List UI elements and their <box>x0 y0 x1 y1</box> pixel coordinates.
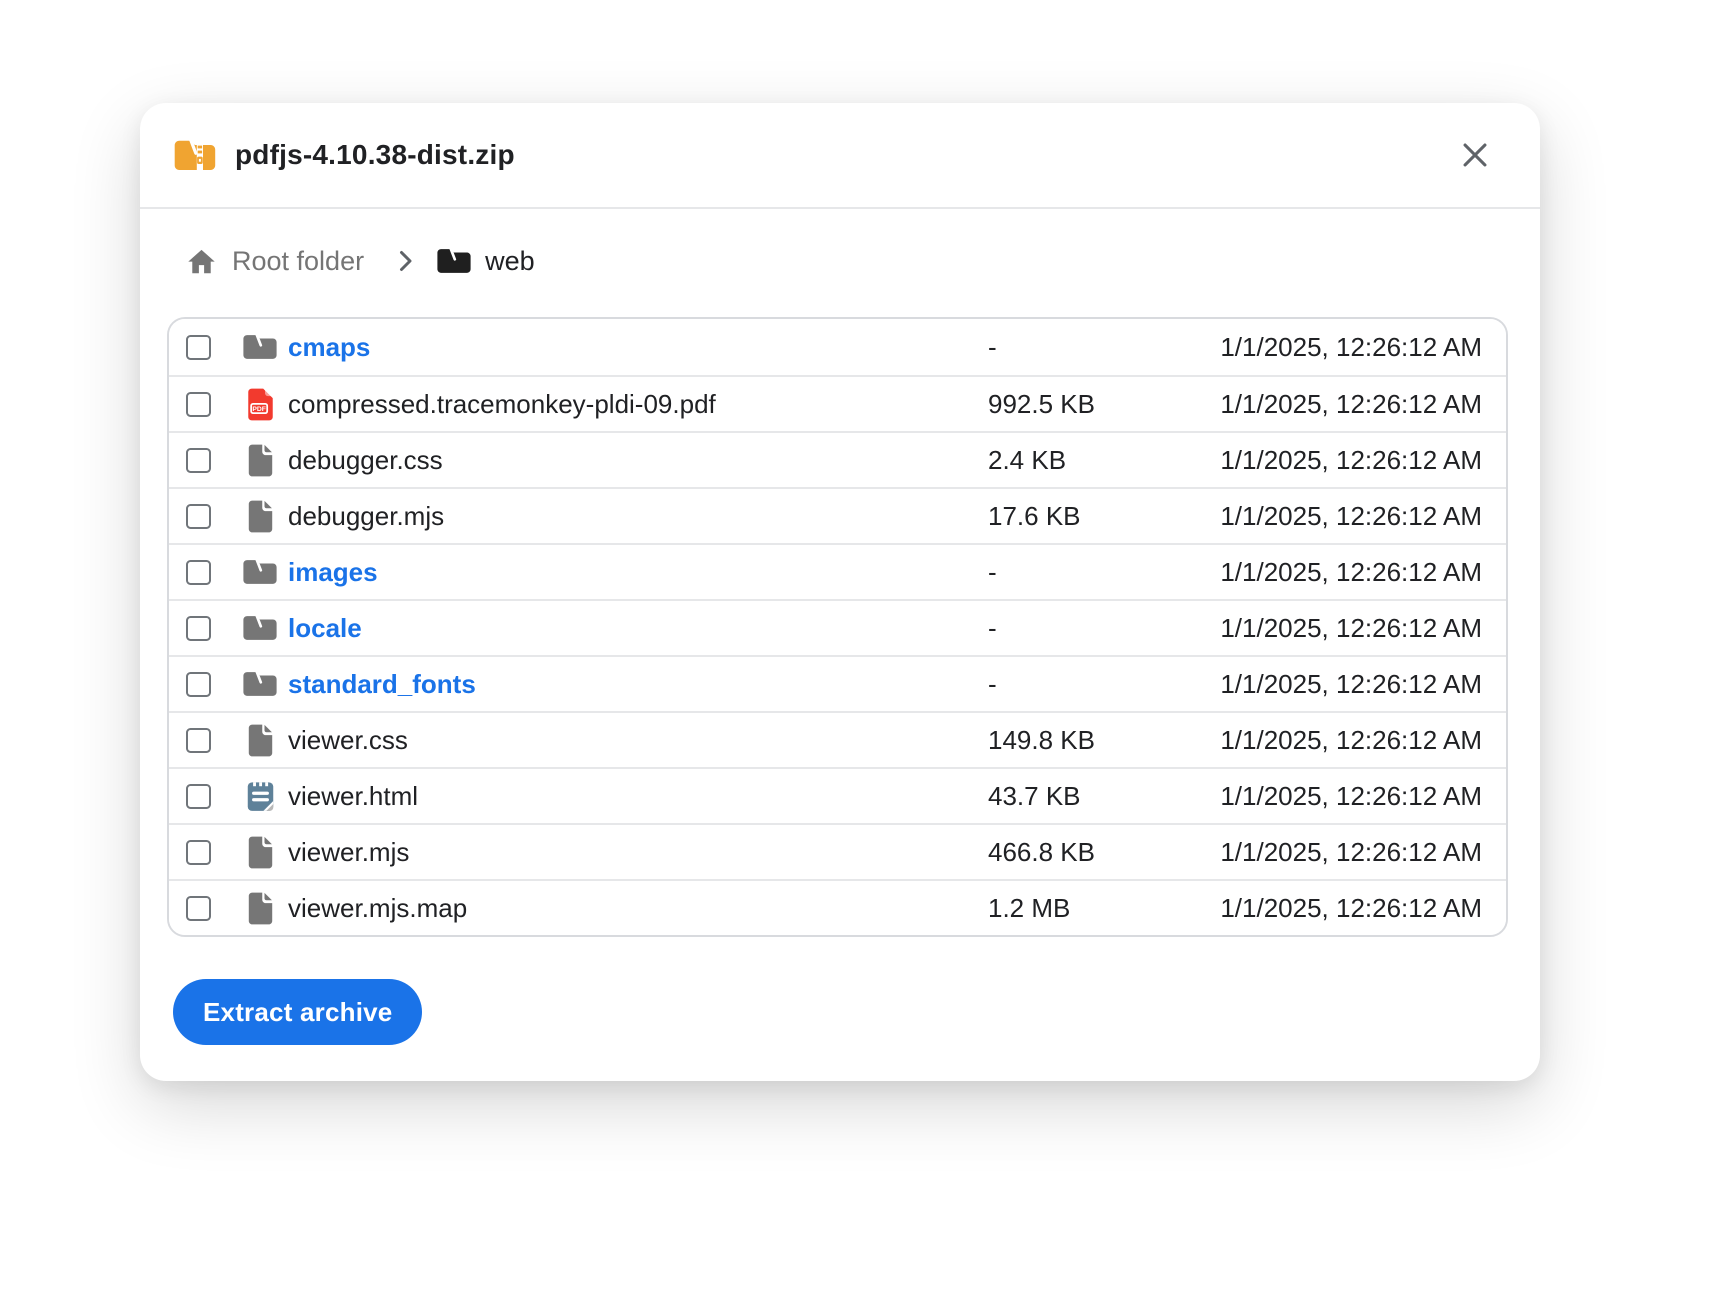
zip-viewer-dialog: pdfjs-4.10.38-dist.zip Root folder web <box>140 103 1540 1081</box>
row-checkbox[interactable] <box>186 728 211 753</box>
file-date: 1/1/2025, 12:26:12 AM <box>1176 389 1506 420</box>
zip-folder-icon <box>173 137 217 173</box>
file-size: 43.7 KB <box>988 781 1176 812</box>
close-button[interactable] <box>1452 132 1498 178</box>
file-table: cmaps - 1/1/2025, 12:26:12 AM PDF compre… <box>167 317 1508 937</box>
table-row[interactable]: PDF compressed.tracemonkey-pldi-09.pdf 9… <box>169 375 1506 431</box>
file-date: 1/1/2025, 12:26:12 AM <box>1176 669 1506 700</box>
file-date: 1/1/2025, 12:26:12 AM <box>1176 613 1506 644</box>
file-name[interactable]: standard_fonts <box>288 669 988 700</box>
row-checkbox[interactable] <box>186 896 211 921</box>
file-size: - <box>988 613 1176 644</box>
folder-icon <box>240 332 280 362</box>
table-row[interactable]: cmaps - 1/1/2025, 12:26:12 AM <box>169 319 1506 375</box>
file-name: debugger.mjs <box>288 501 988 532</box>
folder-icon <box>240 613 280 643</box>
file-size: 149.8 KB <box>988 725 1176 756</box>
file-date: 1/1/2025, 12:26:12 AM <box>1176 501 1506 532</box>
folder-icon <box>240 557 280 587</box>
file-name[interactable]: cmaps <box>288 332 988 363</box>
file-name: viewer.mjs.map <box>288 893 988 924</box>
file-size: - <box>988 332 1176 363</box>
file-name: viewer.css <box>288 725 988 756</box>
file-size: 17.6 KB <box>988 501 1176 532</box>
breadcrumb-root[interactable]: Root folder <box>232 246 364 277</box>
folder-icon <box>240 669 280 699</box>
file-date: 1/1/2025, 12:26:12 AM <box>1176 781 1506 812</box>
file-icon <box>240 722 280 759</box>
file-size: - <box>988 557 1176 588</box>
file-name: debugger.css <box>288 445 988 476</box>
html-file-icon <box>240 778 280 815</box>
table-row[interactable]: viewer.css 149.8 KB 1/1/2025, 12:26:12 A… <box>169 711 1506 767</box>
file-date: 1/1/2025, 12:26:12 AM <box>1176 332 1506 363</box>
table-row[interactable]: viewer.html 43.7 KB 1/1/2025, 12:26:12 A… <box>169 767 1506 823</box>
row-checkbox[interactable] <box>186 392 211 417</box>
breadcrumb-current: web <box>485 246 535 277</box>
table-row[interactable]: locale - 1/1/2025, 12:26:12 AM <box>169 599 1506 655</box>
file-date: 1/1/2025, 12:26:12 AM <box>1176 893 1506 924</box>
file-date: 1/1/2025, 12:26:12 AM <box>1176 725 1506 756</box>
file-icon <box>240 442 280 479</box>
file-date: 1/1/2025, 12:26:12 AM <box>1176 557 1506 588</box>
pdf-file-icon: PDF <box>240 386 280 423</box>
svg-text:PDF: PDF <box>252 406 266 413</box>
row-checkbox[interactable] <box>186 672 211 697</box>
row-checkbox[interactable] <box>186 448 211 473</box>
row-checkbox[interactable] <box>186 335 211 360</box>
file-icon <box>240 834 280 871</box>
dialog-header: pdfjs-4.10.38-dist.zip <box>140 103 1540 209</box>
chevron-right-icon <box>390 246 420 276</box>
file-name: compressed.tracemonkey-pldi-09.pdf <box>288 389 988 420</box>
row-checkbox[interactable] <box>186 560 211 585</box>
file-icon <box>240 498 280 535</box>
table-row[interactable]: standard_fonts - 1/1/2025, 12:26:12 AM <box>169 655 1506 711</box>
extract-archive-button[interactable]: Extract archive <box>173 979 422 1045</box>
dialog-title: pdfjs-4.10.38-dist.zip <box>235 139 515 171</box>
breadcrumb: Root folder web <box>185 241 1540 281</box>
file-name[interactable]: locale <box>288 613 988 644</box>
file-name: viewer.html <box>288 781 988 812</box>
file-name[interactable]: images <box>288 557 988 588</box>
file-date: 1/1/2025, 12:26:12 AM <box>1176 837 1506 868</box>
file-name: viewer.mjs <box>288 837 988 868</box>
table-row[interactable]: images - 1/1/2025, 12:26:12 AM <box>169 543 1506 599</box>
row-checkbox[interactable] <box>186 784 211 809</box>
file-date: 1/1/2025, 12:26:12 AM <box>1176 445 1506 476</box>
file-icon <box>240 890 280 927</box>
folder-icon <box>436 246 472 276</box>
file-size: 1.2 MB <box>988 893 1176 924</box>
table-row[interactable]: debugger.css 2.4 KB 1/1/2025, 12:26:12 A… <box>169 431 1506 487</box>
table-row[interactable]: viewer.mjs.map 1.2 MB 1/1/2025, 12:26:12… <box>169 879 1506 935</box>
table-row[interactable]: viewer.mjs 466.8 KB 1/1/2025, 12:26:12 A… <box>169 823 1506 879</box>
file-size: 466.8 KB <box>988 837 1176 868</box>
row-checkbox[interactable] <box>186 504 211 529</box>
table-row[interactable]: debugger.mjs 17.6 KB 1/1/2025, 12:26:12 … <box>169 487 1506 543</box>
row-checkbox[interactable] <box>186 616 211 641</box>
file-size: 992.5 KB <box>988 389 1176 420</box>
page-background: pdfjs-4.10.38-dist.zip Root folder web <box>0 0 1730 1306</box>
file-size: - <box>988 669 1176 700</box>
file-size: 2.4 KB <box>988 445 1176 476</box>
row-checkbox[interactable] <box>186 840 211 865</box>
close-icon <box>1458 138 1492 172</box>
home-icon <box>185 245 218 278</box>
